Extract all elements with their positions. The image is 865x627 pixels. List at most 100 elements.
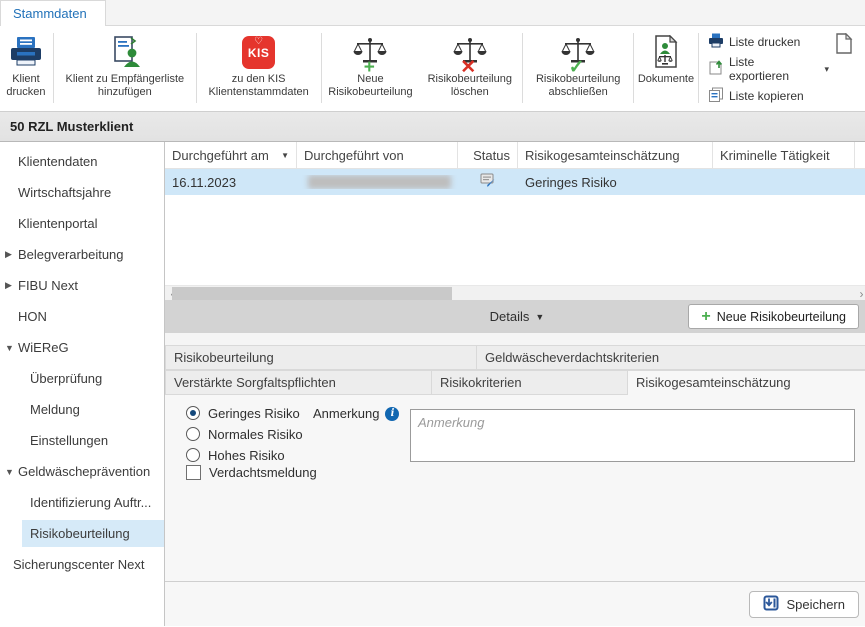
printer-icon	[9, 31, 43, 73]
sidebar-item-sicherungscenter-next[interactable]: Sicherungscenter Next	[0, 549, 164, 580]
risikogesamteinschaetzung-form: Geringes Risiko Normales Risiko Hohes Ri…	[165, 395, 865, 581]
kis-klientenstammdaten-button[interactable]: ♡ KIS zu den KIS Klientenstammdaten	[198, 29, 320, 111]
details-bar: Details ▼ + Neue Risikobeurteilung	[165, 300, 865, 333]
scrollbar-thumb[interactable]	[172, 287, 452, 300]
empfaengerliste-label: Klient zu Empfängerliste hinzufügen	[55, 73, 195, 99]
ribbon-divider	[698, 33, 699, 103]
radio-button-icon	[186, 406, 200, 420]
column-header-risikogesamteinschaetzung[interactable]: Risikogesamteinschätzung	[518, 142, 713, 168]
horizontal-scrollbar[interactable]: ‹ ›	[165, 285, 865, 300]
tab-geldwaescheverdachtskriterien[interactable]: Geldwäscheverdachtskriterien	[477, 345, 865, 370]
speichern-button[interactable]: Speichern	[749, 591, 859, 618]
cell-risikogesamteinschaetzung: Geringes Risiko	[518, 175, 713, 190]
tab-stammdaten-label: Stammdaten	[13, 6, 87, 21]
export-icon	[708, 60, 724, 78]
sidebar-navigation: Klientendaten Wirtschaftsjahre Klientenp…	[0, 142, 165, 626]
tab-risikogesamteinschaetzung[interactable]: Risikogesamteinschätzung	[628, 370, 865, 395]
scroll-right-arrow[interactable]: ›	[854, 286, 865, 301]
plus-icon: +	[701, 309, 710, 325]
anmerkung-label: Anmerkung i	[313, 406, 399, 421]
tab-stammdaten[interactable]: Stammdaten	[0, 0, 106, 26]
radio-geringes-risiko[interactable]: Geringes Risiko	[186, 404, 300, 422]
sidebar-item-identifizierung-auftraggeber[interactable]: Identifizierung Auftr...	[0, 487, 164, 518]
sidebar-item-hon[interactable]: HON	[0, 301, 164, 332]
redacted-name	[308, 175, 451, 189]
sidebar-item-klientendaten[interactable]: Klientendaten	[0, 146, 164, 177]
details-toggle[interactable]: Details ▼	[490, 309, 545, 324]
detail-tabs-row-2: Verstärkte Sorgfaltspflichten Risikokrit…	[165, 370, 865, 395]
tab-risikobeurteilung[interactable]: Risikobeurteilung	[165, 345, 477, 370]
scales-plus-icon: +	[353, 31, 387, 73]
sidebar-item-meldung[interactable]: Meldung	[0, 394, 164, 425]
main-panel: Durchgeführt am ▼ Durchgeführt von Statu…	[165, 142, 865, 626]
column-header-filler	[855, 142, 865, 168]
cell-status	[458, 173, 518, 191]
table-row[interactable]: 16.11.2023 Geringes Risiko	[165, 169, 865, 195]
checkbox-icon	[186, 465, 201, 480]
empfaengerliste-button[interactable]: Klient zu Empfängerliste hinzufügen	[55, 29, 195, 111]
document-person-icon	[107, 31, 143, 73]
neue-risikobeurteilung-button[interactable]: + Neue Risikobeurteilung	[323, 29, 419, 111]
sidebar-item-klientenportal[interactable]: Klientenportal	[0, 208, 164, 239]
sidebar-item-einstellungen[interactable]: Einstellungen	[0, 425, 164, 456]
anmerkung-textarea[interactable]	[410, 409, 855, 462]
documents-icon	[651, 31, 681, 73]
radio-normales-risiko[interactable]: Normales Risiko	[186, 425, 303, 443]
cell-durchgefuehrt-von	[297, 175, 458, 189]
tab-risikokriterien[interactable]: Risikokriterien	[432, 370, 628, 395]
column-header-status[interactable]: Status	[458, 142, 518, 168]
chevron-down-icon: ▾	[824, 64, 829, 75]
ribbon-divider	[196, 33, 197, 103]
ribbon-divider	[321, 33, 322, 103]
klient-drucken-button[interactable]: Klient drucken	[0, 29, 52, 111]
table-empty-area	[165, 195, 865, 285]
sidebar-item-wiereg[interactable]: ▼WiEReG	[0, 332, 164, 363]
client-title: 50 RZL Musterklient	[10, 119, 133, 134]
liste-exportieren-label: Liste exportieren	[729, 55, 818, 83]
radio-hohes-risiko[interactable]: Hohes Risiko	[186, 446, 285, 464]
sort-arrow-icon[interactable]: ▼	[281, 151, 289, 160]
chevron-down-icon: ▼	[5, 467, 18, 477]
info-icon[interactable]: i	[385, 407, 399, 421]
liste-kopieren-button[interactable]: Liste kopieren	[708, 87, 829, 105]
sidebar-item-ueberpruefung[interactable]: Überprüfung	[0, 363, 164, 394]
klient-drucken-label: Klient drucken	[0, 73, 52, 99]
liste-exportieren-button[interactable]: Liste exportieren ▾	[708, 55, 829, 83]
chevron-down-icon: ▼	[5, 343, 18, 353]
dokumente-button[interactable]: Dokumente	[635, 29, 697, 111]
radio-button-icon	[186, 427, 200, 441]
chevron-down-icon: ▼	[535, 312, 544, 322]
radio-button-icon	[186, 448, 200, 462]
chevron-right-icon: ▶	[5, 280, 18, 291]
risikobeurteilung-loeschen-button[interactable]: ✕ Risikobeurteilung löschen	[418, 29, 521, 111]
liste-drucken-label: Liste drucken	[729, 35, 800, 49]
liste-drucken-button[interactable]: Liste drucken	[708, 33, 829, 51]
scales-delete-icon: ✕	[453, 31, 487, 73]
column-header-durchgefuehrt-am[interactable]: Durchgeführt am ▼	[165, 142, 297, 168]
sidebar-item-belegverarbeitung[interactable]: ▶Belegverarbeitung	[0, 239, 164, 270]
dokumente-label: Dokumente	[638, 73, 694, 86]
sidebar-item-risikobeurteilung[interactable]: Risikobeurteilung	[0, 518, 164, 549]
ribbon-toolbar: Klient drucken Klient zu Empfängerliste …	[0, 26, 865, 112]
liste-kopieren-label: Liste kopieren	[729, 89, 804, 103]
column-header-kriminelle-taetigkeit[interactable]: Kriminelle Tätigkeit	[713, 142, 855, 168]
scales-check-icon: ✓	[561, 31, 595, 73]
form-footer: Speichern	[165, 581, 865, 626]
kis-icon: ♡ KIS	[242, 31, 275, 73]
ribbon-divider	[633, 33, 634, 103]
client-header-bar: 50 RZL Musterklient	[0, 112, 865, 142]
ribbon-divider	[522, 33, 523, 103]
status-edit-icon	[480, 173, 496, 191]
sidebar-item-wirtschaftsjahre[interactable]: Wirtschaftsjahre	[0, 177, 164, 208]
copy-icon	[708, 87, 724, 105]
risikobeurteilung-abschliessen-button[interactable]: ✓ Risikobeurteilung abschließen	[524, 29, 632, 111]
tab-verstaerkte-sorgfaltspflichten[interactable]: Verstärkte Sorgfaltspflichten	[165, 370, 432, 395]
chevron-right-icon: ▶	[5, 249, 18, 260]
page-copy-icon[interactable]	[835, 29, 865, 111]
sidebar-item-geldwaeschepraevention[interactable]: ▼Geldwäscheprävention	[0, 456, 164, 487]
checkbox-verdachtsmeldung[interactable]: Verdachtsmeldung	[186, 465, 317, 480]
sidebar-item-fibu-next[interactable]: ▶FIBU Next	[0, 270, 164, 301]
column-header-durchgefuehrt-von[interactable]: Durchgeführt von	[297, 142, 458, 168]
neue-risikobeurteilung-inline-button[interactable]: + Neue Risikobeurteilung	[688, 304, 859, 329]
list-actions-group: Liste drucken Liste exportieren ▾	[700, 29, 835, 111]
